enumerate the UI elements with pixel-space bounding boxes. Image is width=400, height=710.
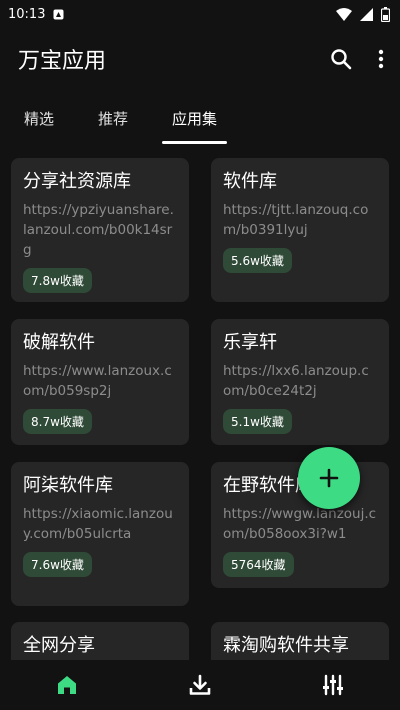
tab-app-collections[interactable]: 应用集	[160, 100, 229, 144]
favorites-count-badge: 7.6w收藏	[23, 552, 92, 577]
app-title: 万宝应用	[18, 49, 107, 74]
plus-icon	[319, 468, 339, 488]
collection-card[interactable]: 分享社资源库 https://ypziyuanshare.lanzoul.com…	[11, 158, 189, 302]
card-title: 全网分享	[23, 635, 95, 656]
tab-bar: 精选 推荐 应用集	[0, 94, 400, 144]
sliders-icon	[322, 674, 344, 696]
card-title: 乐享轩	[223, 332, 277, 353]
bottom-navigation	[0, 660, 400, 710]
collection-grid: 分享社资源库 https://ypziyuanshare.lanzoul.com…	[0, 152, 400, 660]
tab-featured[interactable]: 精选	[12, 100, 66, 137]
nav-download[interactable]	[170, 663, 230, 707]
collection-card[interactable]: 霖淘购软件共享	[211, 622, 389, 660]
favorites-count-badge: 8.7w收藏	[23, 409, 92, 434]
more-vert-icon[interactable]	[378, 49, 384, 69]
add-collection-fab[interactable]	[298, 447, 360, 509]
card-url: https://xiaomic.lanzouy.com/b05ulcrta	[23, 506, 173, 542]
app-bar: 万宝应用	[0, 28, 400, 90]
collection-card[interactable]: 阿柒软件库 https://xiaomic.lanzouy.com/b05ulc…	[11, 462, 189, 606]
card-title: 破解软件	[23, 332, 95, 353]
status-time: 10:13	[8, 6, 46, 22]
favorites-count-badge: 5.6w收藏	[223, 248, 292, 273]
card-title: 阿柒软件库	[23, 475, 113, 496]
card-url: https://tjtt.lanzouq.com/b0391lyuj	[223, 202, 369, 238]
card-title: 分享社资源库	[23, 171, 131, 192]
tab-recommended[interactable]: 推荐	[86, 100, 140, 137]
nav-home[interactable]	[37, 663, 97, 707]
favorites-count-badge: 7.8w收藏	[23, 268, 92, 293]
app-actions	[330, 48, 384, 70]
search-icon[interactable]	[330, 48, 352, 70]
notification-icon	[53, 9, 64, 20]
card-title: 霖淘购软件共享	[223, 635, 349, 656]
signal-icon	[360, 7, 373, 21]
card-url: https://www.lanzoux.com/b059sp2j	[23, 363, 172, 399]
wifi-icon	[336, 7, 352, 21]
battery-icon	[381, 6, 390, 22]
collection-card[interactable]: 破解软件 https://www.lanzoux.com/b059sp2j 8.…	[11, 319, 189, 445]
card-url: https://ypziyuanshare.lanzoul.com/b00k14…	[23, 202, 174, 258]
status-right	[336, 6, 390, 22]
favorites-count-badge: 5.1w收藏	[223, 409, 292, 434]
status-left: 10:13	[8, 7, 64, 22]
nav-settings[interactable]	[303, 663, 363, 707]
card-url: https://wwgw.lanzouj.com/b058oox3i?w1	[223, 506, 377, 542]
favorites-count-badge: 5764收藏	[223, 552, 294, 577]
card-url: https://lxx6.lanzoup.com/b0ce24t2j	[223, 363, 369, 399]
collection-card[interactable]: 乐享轩 https://lxx6.lanzoup.com/b0ce24t2j 5…	[211, 319, 389, 445]
home-icon	[56, 674, 78, 696]
status-bar: 10:13	[0, 0, 400, 28]
download-icon	[188, 673, 212, 697]
card-title: 软件库	[223, 171, 277, 192]
collection-card[interactable]: 软件库 https://tjtt.lanzouq.com/b0391lyuj 5…	[211, 158, 389, 302]
collection-card[interactable]: 全网分享	[11, 622, 189, 660]
